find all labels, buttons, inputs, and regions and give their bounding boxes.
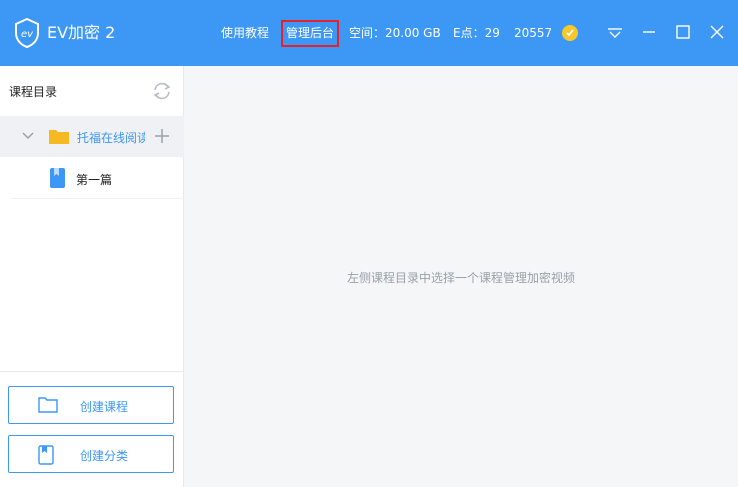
maximize-icon[interactable] xyxy=(674,23,692,41)
admin-panel-link[interactable]: 管理后台 xyxy=(281,20,339,47)
chevron-down-icon[interactable] xyxy=(21,130,35,142)
sidebar-divider xyxy=(0,371,183,372)
tutorial-link[interactable]: 使用教程 xyxy=(221,25,269,41)
app-title: EV加密 2 xyxy=(47,23,116,42)
course-sidebar: 课程目录 托福在线阅读 第一篇 创建课程 创建分类 xyxy=(0,66,184,487)
create-course-button[interactable]: 创建课程 xyxy=(8,386,174,424)
storage-space-text: 空间：20.00 GB xyxy=(349,26,441,40)
title-bar: ev EV加密 2 使用教程 管理后台 空间：20.00 GB E点：29 20… xyxy=(0,0,738,66)
create-category-label: 创建分类 xyxy=(80,449,129,463)
svg-text:ev: ev xyxy=(21,29,34,40)
coin-icon[interactable] xyxy=(562,25,578,41)
create-course-label: 创建课程 xyxy=(80,400,129,414)
sidebar-title: 课程目录 xyxy=(9,85,58,99)
minimize-icon[interactable] xyxy=(640,23,658,41)
folder-icon xyxy=(49,130,69,144)
user-number: 20557 xyxy=(514,26,553,40)
plus-icon[interactable] xyxy=(154,128,170,144)
empty-state-hint: 左侧课程目录中选择一个课程管理加密视频 xyxy=(346,271,575,285)
course-name: 托福在线阅读 xyxy=(77,131,145,145)
course-item[interactable]: 托福在线阅读 xyxy=(0,116,184,157)
close-icon[interactable] xyxy=(708,23,726,41)
chapter-name: 第一篇 xyxy=(76,173,113,187)
folder-icon xyxy=(38,397,58,413)
dropdown-menu-icon[interactable] xyxy=(606,23,624,41)
e-points-text: E点：29 xyxy=(453,26,500,40)
book-icon xyxy=(38,445,54,465)
refresh-icon[interactable] xyxy=(151,81,173,101)
chapter-item[interactable]: 第一篇 xyxy=(12,157,184,199)
create-category-button[interactable]: 创建分类 xyxy=(8,435,174,473)
ev-logo-icon: ev xyxy=(15,18,39,48)
book-icon xyxy=(50,168,65,188)
